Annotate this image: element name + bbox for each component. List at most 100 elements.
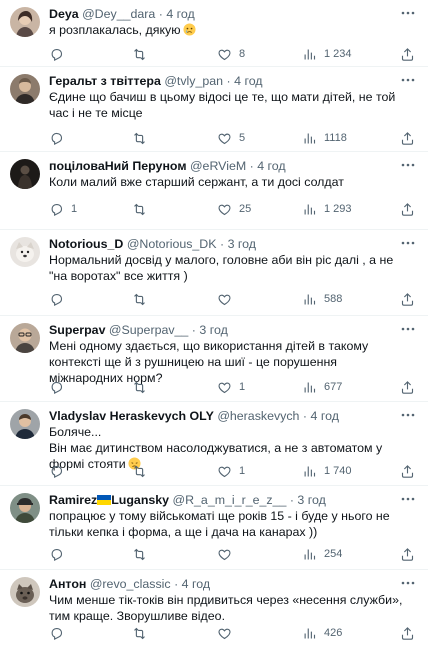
user-handle[interactable]: @Superpav__	[109, 323, 188, 337]
more-options-icon[interactable]	[400, 236, 416, 250]
reply-tweet[interactable]: Vladyslav Heraskevych OLY @heraskevych ·…	[0, 402, 428, 486]
reply-button[interactable]: 1	[49, 201, 77, 217]
retweet-button[interactable]	[132, 130, 154, 146]
timestamp[interactable]: 4 год	[182, 577, 210, 591]
share-button[interactable]	[400, 201, 415, 217]
reply-button[interactable]	[49, 463, 71, 479]
reply-button[interactable]	[49, 130, 71, 146]
share-button[interactable]	[400, 291, 415, 307]
tweet-text: Нормальний досвід у малого, головне аби …	[49, 252, 414, 284]
reply-button[interactable]	[49, 291, 71, 307]
like-button[interactable]	[217, 546, 239, 562]
reply-tweet[interactable]: Superpav @Superpav__ · 3 год Мені одному…	[0, 316, 428, 402]
reply-icon	[51, 465, 63, 478]
timestamp[interactable]: 4 год	[257, 159, 285, 173]
avatar[interactable]	[10, 159, 40, 189]
timestamp[interactable]: 4 год	[166, 7, 194, 21]
avatar[interactable]	[10, 409, 40, 439]
reply-button[interactable]	[49, 546, 71, 562]
views-button[interactable]: 588	[302, 291, 342, 307]
like-button[interactable]: 8	[217, 46, 245, 62]
like-button[interactable]	[217, 291, 239, 307]
reply-button[interactable]	[49, 46, 71, 62]
timestamp[interactable]: 3 год	[228, 237, 256, 251]
views-count: 426	[324, 627, 343, 639]
retweet-button[interactable]	[132, 546, 154, 562]
retweet-button[interactable]	[132, 291, 154, 307]
reply-tweet[interactable]: Notorious_D @Notorious_DK · 3 год Нормал…	[0, 230, 428, 316]
views-button[interactable]: 1 234	[302, 46, 352, 62]
user-handle[interactable]: @R_a_m_i_r_e_z__	[173, 493, 287, 507]
more-options-icon[interactable]	[400, 408, 416, 422]
views-count: 254	[324, 548, 343, 560]
avatar[interactable]	[10, 493, 40, 523]
reply-tweet[interactable]: Геральт з твіттера @tvly_pan · 4 год Єди…	[0, 67, 428, 152]
user-handle[interactable]: @Dey__dara	[82, 7, 155, 21]
retweet-button[interactable]	[132, 625, 154, 641]
display-name[interactable]: Notorious_D	[49, 237, 123, 251]
more-options-icon[interactable]	[400, 576, 416, 590]
display-name-suffix[interactable]: Lugansky	[111, 493, 169, 507]
share-button[interactable]	[400, 130, 415, 146]
separator: ·	[158, 7, 163, 21]
like-button[interactable]: 25	[217, 201, 251, 217]
display-name[interactable]: Антон	[49, 577, 86, 591]
retweet-button[interactable]	[132, 379, 154, 395]
reply-icon	[51, 293, 63, 306]
user-handle[interactable]: @heraskevych	[217, 409, 299, 423]
reply-tweet[interactable]: Антон @revo_classic · 4 год Чим менше ті…	[0, 570, 428, 647]
reply-tweet[interactable]: Ramirez Lugansky @R_a_m_i_r_e_z__ · 3 год…	[0, 486, 428, 570]
share-button[interactable]	[400, 546, 415, 562]
views-button[interactable]: 1118	[302, 130, 347, 146]
like-button[interactable]: 5	[217, 130, 245, 146]
like-button[interactable]	[217, 625, 239, 641]
more-options-icon[interactable]	[400, 492, 416, 506]
retweet-button[interactable]	[132, 463, 154, 479]
like-button[interactable]: 1	[217, 379, 245, 395]
views-button[interactable]: 1 740	[302, 463, 352, 479]
like-button[interactable]: 1	[217, 463, 245, 479]
display-name[interactable]: Superpav	[49, 323, 105, 337]
user-handle[interactable]: @eRVieM	[190, 159, 246, 173]
views-button[interactable]: 426	[302, 625, 342, 641]
reply-button[interactable]	[49, 379, 71, 395]
avatar[interactable]	[10, 74, 40, 104]
timestamp[interactable]: 3 год	[199, 323, 227, 337]
avatar[interactable]	[10, 237, 40, 267]
reply-tweet[interactable]: Deya @Dey__dara · 4 год я розплакалась, …	[0, 0, 428, 67]
more-options-icon[interactable]	[400, 73, 416, 87]
display-name[interactable]: Deya	[49, 7, 79, 21]
views-button[interactable]: 1 293	[302, 201, 352, 217]
display-name[interactable]: Ramirez	[49, 493, 97, 507]
reply-button[interactable]	[49, 625, 71, 641]
timestamp[interactable]: 3 год	[297, 493, 325, 507]
reply-icon	[51, 548, 63, 561]
share-button[interactable]	[400, 625, 415, 641]
timestamp[interactable]: 4 год	[311, 409, 339, 423]
more-options-icon[interactable]	[400, 322, 416, 336]
display-name[interactable]: Геральт з твіттера	[49, 74, 161, 88]
retweet-button[interactable]	[132, 201, 154, 217]
views-button[interactable]: 677	[302, 379, 342, 395]
tweet-header: Vladyslav Heraskevych OLY @heraskevych ·…	[49, 408, 402, 424]
avatar[interactable]	[10, 7, 40, 37]
separator: ·	[219, 237, 225, 251]
avatar[interactable]	[10, 577, 40, 607]
reply-tweet[interactable]: поціловаНий Перуном @eRVieM · 4 год Коли…	[0, 152, 428, 230]
share-button[interactable]	[400, 463, 415, 479]
user-handle[interactable]: @revo_classic	[90, 577, 171, 591]
share-button[interactable]	[400, 379, 415, 395]
retweet-button[interactable]	[132, 46, 154, 62]
timestamp[interactable]: 4 год	[234, 74, 262, 88]
more-options-icon[interactable]	[400, 158, 416, 172]
avatar[interactable]	[10, 323, 40, 353]
share-button[interactable]	[400, 46, 415, 62]
views-button[interactable]: 254	[302, 546, 342, 562]
display-name[interactable]: поціловаНий Перуном	[49, 159, 187, 173]
display-name[interactable]: Vladyslav Heraskevych OLY	[49, 409, 214, 423]
user-handle[interactable]: @tvly_pan	[164, 74, 223, 88]
views-count: 1 740	[324, 465, 352, 477]
views-chart-icon	[304, 204, 316, 214]
more-options-icon[interactable]	[400, 6, 416, 20]
user-handle[interactable]: @Notorious_DK	[127, 237, 217, 251]
